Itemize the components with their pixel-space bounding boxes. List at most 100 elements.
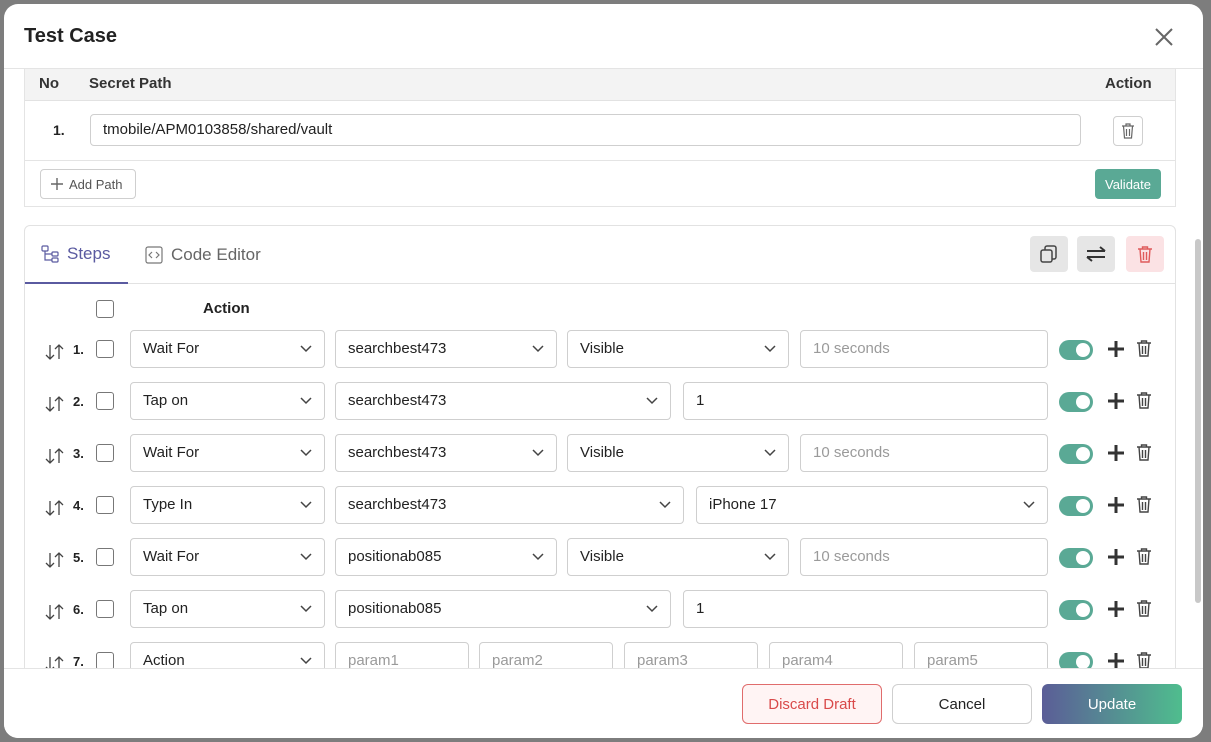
- step-input[interactable]: param5: [914, 642, 1048, 668]
- step-checkbox[interactable]: [96, 392, 114, 410]
- delete-step-icon[interactable]: [1136, 391, 1152, 409]
- delete-secret-button[interactable]: [1113, 116, 1143, 146]
- step-action-select[interactable]: Type In: [130, 486, 325, 524]
- step-row: 7. Action param1 param2 param3 param4 param5: [25, 642, 1175, 668]
- secret-path-input[interactable]: tmobile/APM0103858/shared/vault: [90, 114, 1081, 146]
- step-number: 3.: [73, 446, 84, 461]
- step-enabled-toggle[interactable]: [1059, 392, 1093, 412]
- add-path-button[interactable]: Add Path: [40, 169, 136, 199]
- reorder-icon[interactable]: [45, 396, 65, 412]
- secret-table-header: No Secret Path Action: [25, 69, 1175, 101]
- field-value: Tap on: [143, 600, 189, 617]
- tab-bar: Steps Code Editor: [25, 226, 1175, 284]
- step-row: 2. Tap on searchbest473 1: [25, 382, 1175, 422]
- step-checkbox[interactable]: [96, 444, 114, 462]
- add-step-icon[interactable]: [1107, 340, 1125, 358]
- reorder-icon[interactable]: [45, 344, 65, 360]
- secret-path-table: No Secret Path Action 1. tmobile/APM0103…: [24, 69, 1176, 207]
- step-input[interactable]: param2: [479, 642, 613, 668]
- add-step-icon[interactable]: [1107, 600, 1125, 618]
- step-checkbox[interactable]: [96, 652, 114, 668]
- field-value: param5: [927, 652, 978, 668]
- add-step-icon[interactable]: [1107, 496, 1125, 514]
- delete-steps-button[interactable]: [1126, 236, 1164, 272]
- step-dropdown[interactable]: positionab085: [335, 538, 557, 576]
- field-value: searchbest473: [348, 392, 447, 409]
- step-dropdown[interactable]: positionab085: [335, 590, 671, 628]
- step-action-select[interactable]: Tap on: [130, 382, 325, 420]
- modal-body[interactable]: No Secret Path Action 1. tmobile/APM0103…: [4, 68, 1203, 668]
- copy-button[interactable]: [1030, 236, 1068, 272]
- step-checkbox[interactable]: [96, 600, 114, 618]
- tab-steps[interactable]: Steps: [25, 226, 128, 284]
- update-button[interactable]: Update: [1042, 684, 1182, 724]
- step-input[interactable]: 10 seconds: [800, 538, 1048, 576]
- step-action-select[interactable]: Wait For: [130, 434, 325, 472]
- step-dropdown[interactable]: searchbest473: [335, 330, 557, 368]
- step-enabled-toggle[interactable]: [1059, 496, 1093, 516]
- cancel-button[interactable]: Cancel: [892, 684, 1032, 724]
- step-action-select[interactable]: Wait For: [130, 330, 325, 368]
- step-enabled-toggle[interactable]: [1059, 600, 1093, 620]
- step-action-select[interactable]: Tap on: [130, 590, 325, 628]
- step-action-select[interactable]: Action: [130, 642, 325, 668]
- step-input[interactable]: 1: [683, 382, 1048, 420]
- step-input[interactable]: param4: [769, 642, 903, 668]
- validate-button[interactable]: Validate: [1095, 169, 1161, 199]
- field-value: 10 seconds: [813, 340, 890, 357]
- step-checkbox[interactable]: [96, 496, 114, 514]
- step-input[interactable]: 10 seconds: [800, 434, 1048, 472]
- step-checkbox[interactable]: [96, 340, 114, 358]
- select-all-checkbox[interactable]: [96, 300, 114, 318]
- step-enabled-toggle[interactable]: [1059, 548, 1093, 568]
- add-step-icon[interactable]: [1107, 652, 1125, 668]
- reorder-icon[interactable]: [45, 500, 65, 516]
- step-input[interactable]: 10 seconds: [800, 330, 1048, 368]
- step-dropdown[interactable]: Visible: [567, 330, 789, 368]
- discard-draft-button[interactable]: Discard Draft: [742, 684, 882, 724]
- step-dropdown[interactable]: searchbest473: [335, 382, 671, 420]
- step-checkbox[interactable]: [96, 548, 114, 566]
- step-enabled-toggle[interactable]: [1059, 652, 1093, 668]
- add-step-icon[interactable]: [1107, 392, 1125, 410]
- step-enabled-toggle[interactable]: [1059, 444, 1093, 464]
- step-row: 6. Tap on positionab085 1: [25, 590, 1175, 630]
- delete-step-icon[interactable]: [1136, 599, 1152, 617]
- step-number: 2.: [73, 394, 84, 409]
- tab-steps-label: Steps: [67, 244, 111, 263]
- reorder-icon[interactable]: [45, 656, 65, 668]
- swap-arrows-icon: [1086, 246, 1106, 262]
- step-dropdown[interactable]: searchbest473: [335, 486, 684, 524]
- reorder-icon[interactable]: [45, 448, 65, 464]
- field-value: param4: [782, 652, 833, 668]
- step-action-select[interactable]: Wait For: [130, 538, 325, 576]
- step-dropdown[interactable]: Visible: [567, 538, 789, 576]
- reorder-icon[interactable]: [45, 552, 65, 568]
- delete-step-icon[interactable]: [1136, 443, 1152, 461]
- step-dropdown[interactable]: iPhone 17: [696, 486, 1048, 524]
- tab-code-editor[interactable]: Code Editor: [145, 226, 261, 284]
- modal-scrollbar[interactable]: [1195, 239, 1201, 603]
- delete-step-icon[interactable]: [1136, 547, 1152, 565]
- step-row: 1. Wait For searchbest473 Visible 10 seconds: [25, 330, 1175, 370]
- col-header-secret-path: Secret Path: [89, 75, 172, 92]
- swap-button[interactable]: [1077, 236, 1115, 272]
- step-enabled-toggle[interactable]: [1059, 340, 1093, 360]
- reorder-icon[interactable]: [45, 604, 65, 620]
- delete-step-icon[interactable]: [1136, 651, 1152, 668]
- step-dropdown[interactable]: Visible: [567, 434, 789, 472]
- delete-step-icon[interactable]: [1136, 339, 1152, 357]
- step-row: 4. Type In searchbest473 iPhone 17: [25, 486, 1175, 526]
- add-path-label: Add Path: [69, 176, 123, 192]
- step-input[interactable]: 1: [683, 590, 1048, 628]
- step-input[interactable]: param1: [335, 642, 469, 668]
- add-step-icon[interactable]: [1107, 548, 1125, 566]
- close-button[interactable]: [1151, 24, 1177, 50]
- modal-header: Test Case: [4, 4, 1203, 68]
- add-step-icon[interactable]: [1107, 444, 1125, 462]
- step-dropdown[interactable]: searchbest473: [335, 434, 557, 472]
- delete-step-icon[interactable]: [1136, 495, 1152, 513]
- field-value: Type In: [143, 496, 193, 513]
- step-input[interactable]: param3: [624, 642, 758, 668]
- trash-icon: [1138, 246, 1152, 263]
